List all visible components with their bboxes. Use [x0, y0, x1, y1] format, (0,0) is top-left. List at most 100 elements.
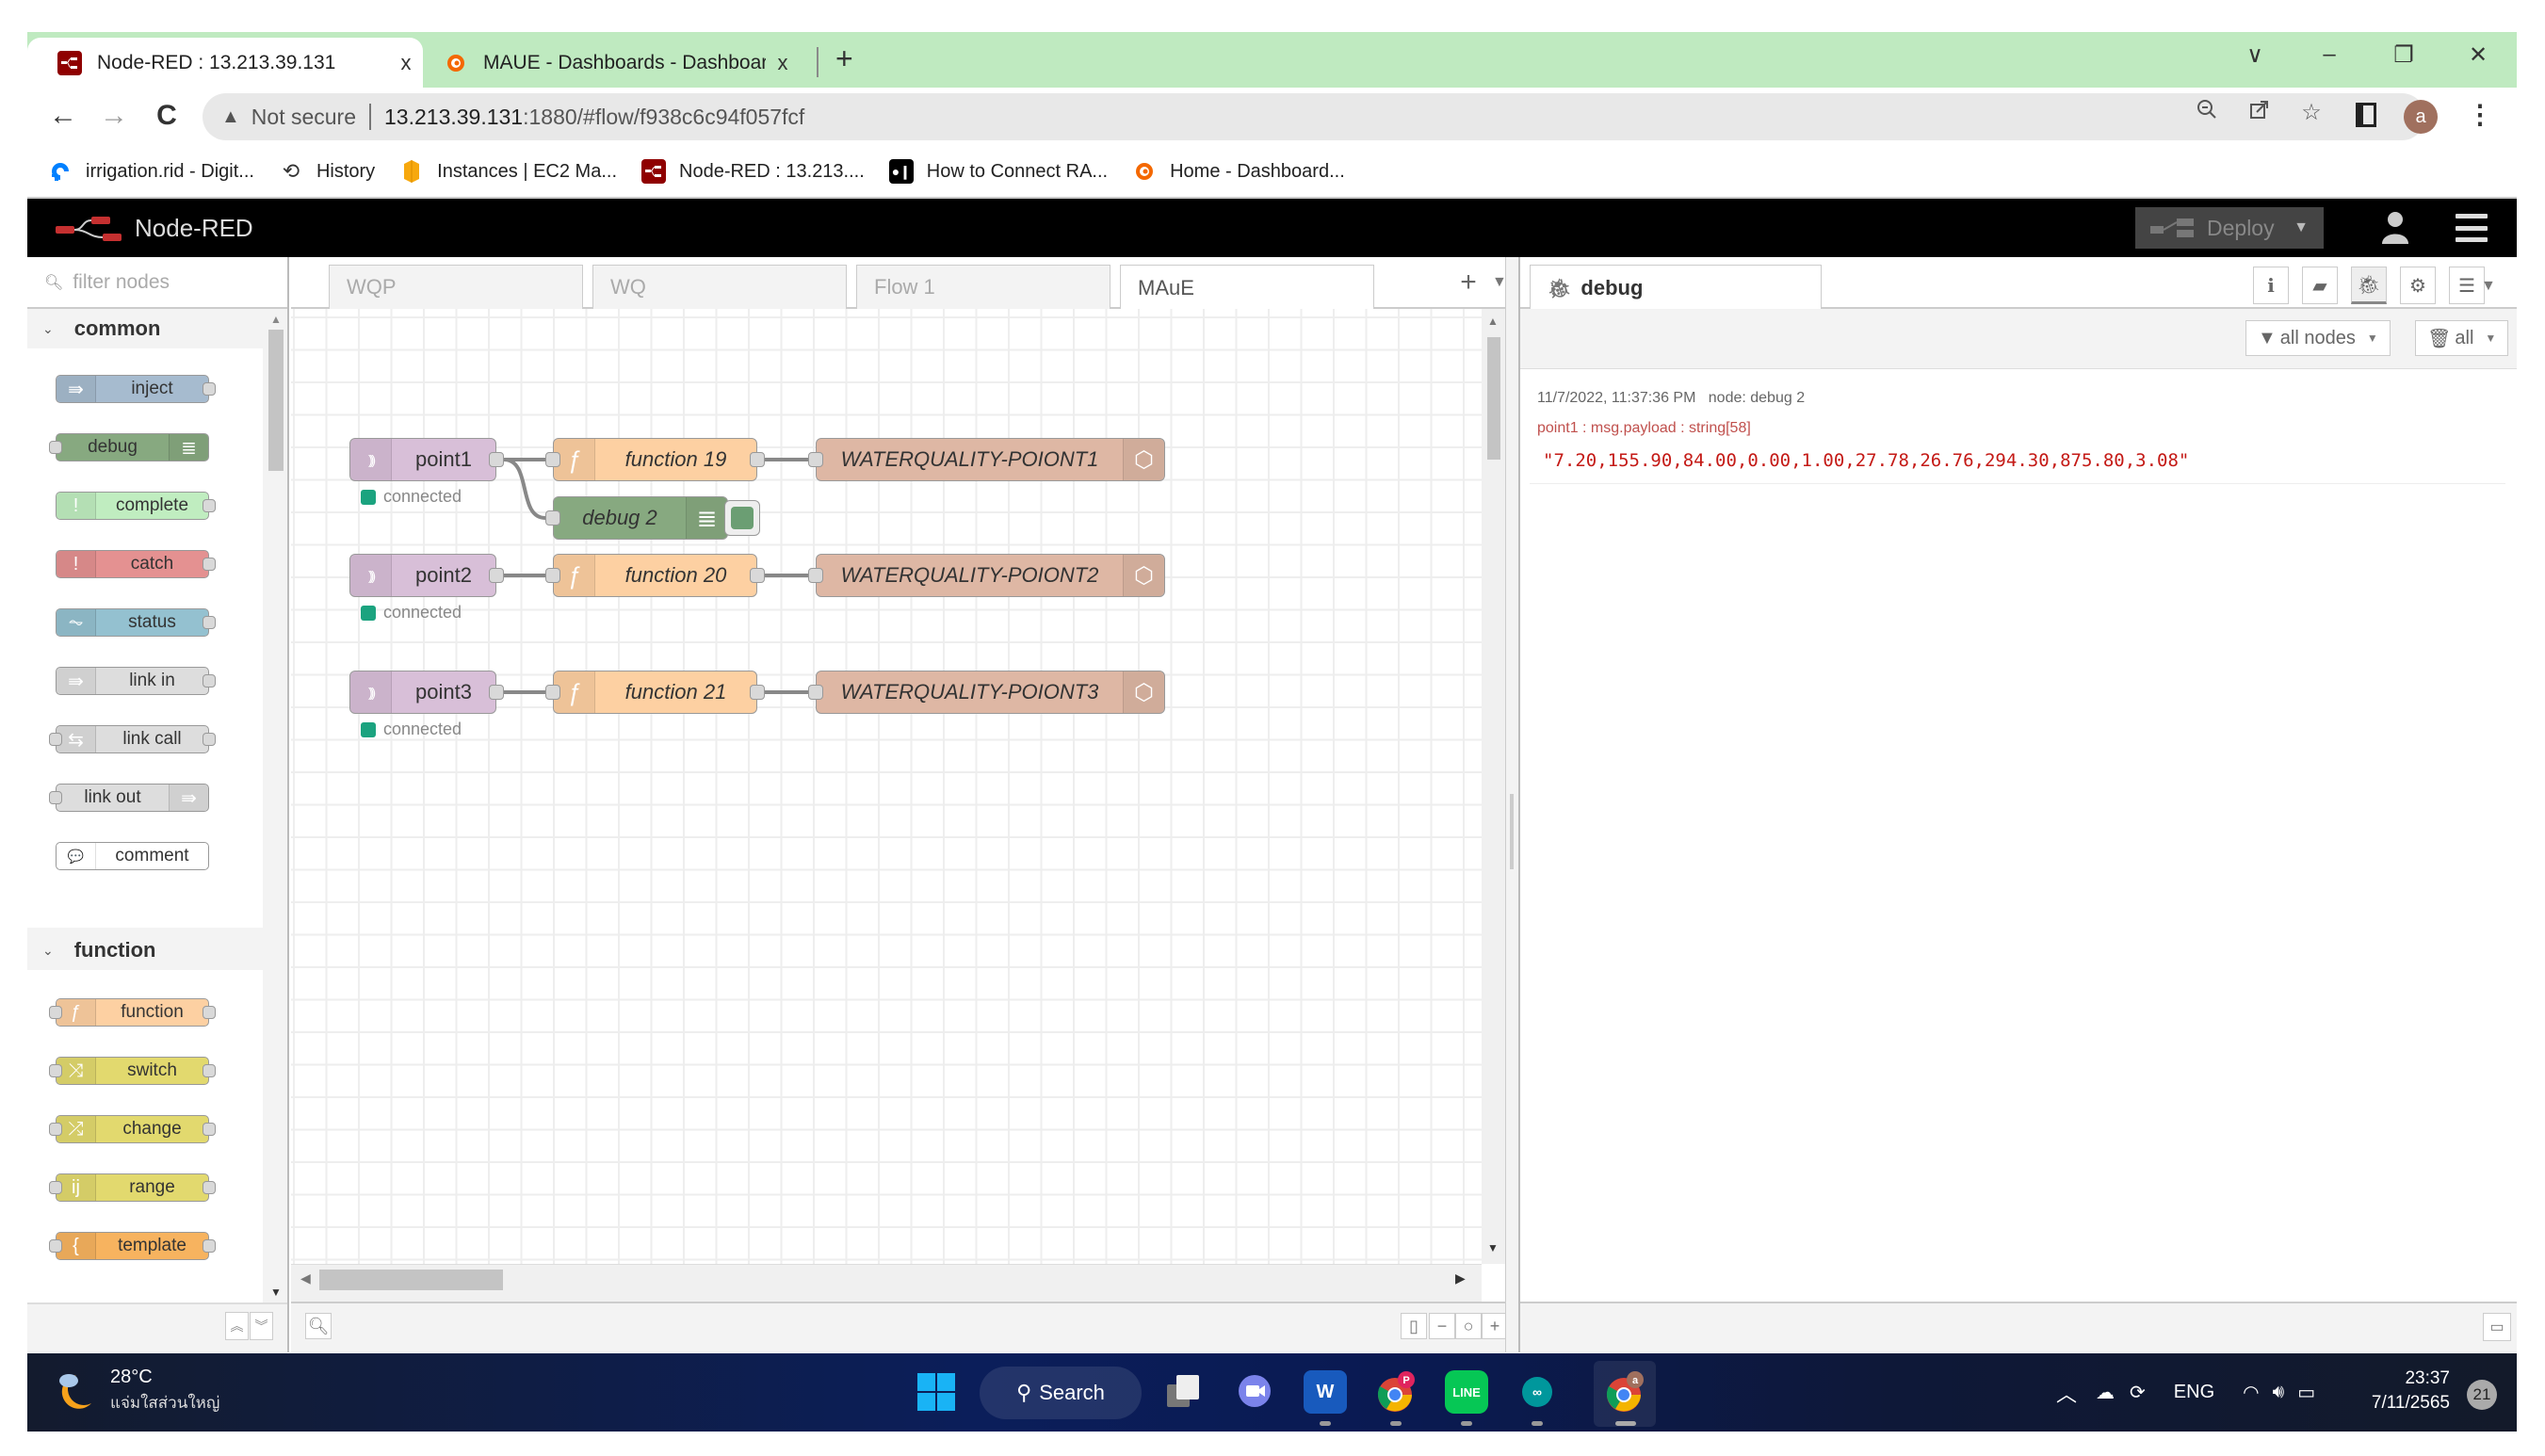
back-button[interactable]: ← — [44, 99, 82, 133]
output-port[interactable] — [750, 685, 765, 700]
line-app-icon[interactable]: LINE — [1445, 1370, 1488, 1414]
sidebar-tab-debug[interactable]: 🐞︎ debug — [1530, 265, 1822, 311]
bookmark-item[interactable]: Instances | EC2 Ma... — [399, 159, 617, 184]
input-port[interactable] — [545, 452, 560, 467]
side-panel-icon[interactable] — [2356, 103, 2376, 127]
palette-node-function[interactable]: ƒ function — [49, 998, 216, 1027]
bookmark-item[interactable]: Node-RED : 13.213.... — [641, 159, 865, 184]
flow-tab-flow1[interactable]: Flow 1 — [856, 265, 1110, 309]
browser-menu-icon[interactable]: ⋮ — [2467, 99, 2493, 130]
palette-node-debug[interactable]: debug ≣ — [49, 433, 209, 461]
flow-node-function-19[interactable]: ƒ function 19 — [545, 438, 765, 481]
flow-tab-maue[interactable]: MAuE — [1120, 265, 1374, 311]
battery-icon[interactable]: ▭ — [2297, 1381, 2315, 1404]
browser-tab-grafana[interactable]: MAUE - Dashboards - Dashboard x — [423, 38, 800, 88]
close-window-button[interactable]: ✕ — [2455, 41, 2502, 69]
profile-avatar[interactable]: a — [2404, 100, 2438, 134]
flow-node-point2[interactable]: ))) point2 — [349, 554, 504, 597]
forward-button[interactable]: → — [95, 99, 133, 133]
taskbar-search[interactable]: ⚲ Search — [980, 1367, 1142, 1419]
canvas-vscroll-thumb[interactable] — [1487, 337, 1500, 460]
palette-node-link-out[interactable]: link out ⇛ — [49, 784, 209, 812]
flow-node-point1[interactable]: ))) point1 — [349, 438, 504, 481]
windows-start-icon[interactable] — [915, 1370, 958, 1414]
message-value[interactable]: "7.20,155.90,84.00,0.00,1.00,27.78,26.76… — [1543, 450, 2189, 471]
flow-tab-wq[interactable]: WQ — [592, 265, 847, 309]
main-menu-icon[interactable] — [2456, 214, 2488, 242]
palette-node-complete[interactable]: ! complete — [56, 492, 216, 520]
user-icon[interactable] — [2376, 210, 2414, 246]
wire-p1-d2[interactable] — [503, 458, 546, 520]
palette-node-template[interactable]: {template — [49, 1232, 216, 1260]
scroll-up-arrow[interactable]: ▲ — [270, 313, 282, 326]
palette-node-catch[interactable]: ! catch — [56, 550, 216, 578]
bookmark-star-icon[interactable]: ☆ — [2294, 99, 2328, 126]
bookmark-item[interactable]: ●❙ How to Connect RA... — [888, 159, 1108, 184]
scroll-right-arrow[interactable]: ▶ — [1455, 1270, 1466, 1286]
restore-button[interactable]: ❐ — [2380, 41, 2427, 69]
security-label[interactable]: Not secure — [251, 105, 356, 130]
bookmark-item[interactable]: Home - Dashboard... — [1132, 159, 1345, 184]
notification-badge[interactable]: 21 — [2467, 1380, 2497, 1410]
scroll-down-arrow[interactable]: ▼ — [270, 1286, 282, 1299]
palette-node-range[interactable]: ij range — [49, 1173, 216, 1202]
flow-node-function-20[interactable]: ƒ function 20 — [545, 554, 765, 597]
zoom-reset-button[interactable]: ○ — [1455, 1313, 1482, 1339]
show-hidden-icons-chevron[interactable]: ︿ — [2056, 1378, 2077, 1408]
input-port[interactable] — [545, 510, 560, 526]
input-language[interactable]: ENG — [2174, 1382, 2214, 1403]
output-port[interactable] — [750, 452, 765, 467]
output-port[interactable] — [489, 452, 504, 467]
config-gear-icon[interactable]: ⚙ — [2400, 267, 2436, 304]
palette-category-common[interactable]: ⌄ common — [27, 311, 263, 347]
expand-all-icon[interactable]: ︾ — [250, 1312, 273, 1340]
browser-tab-node-red[interactable]: Node-RED : 13.213.39.131 x — [27, 38, 423, 88]
help-book-icon[interactable]: ▰ — [2302, 267, 2338, 304]
canvas-horizontal-scrollbar[interactable]: ◀ ▶ — [291, 1264, 1482, 1302]
minimize-button[interactable]: – — [2306, 41, 2353, 68]
reload-button[interactable]: C — [148, 99, 186, 133]
palette-category-function[interactable]: ⌄ function — [27, 932, 263, 968]
debug-toggle-button[interactable] — [724, 500, 760, 536]
palette-node-link-in[interactable]: ⇛ link in — [56, 667, 216, 695]
flow-node-waterquality-poiont1[interactable]: WATERQUALITY-POIONT1 ⬡ — [808, 438, 1165, 481]
weather-widget[interactable]: 28°C แจ่มใสส่วนใหญ่ — [56, 1367, 219, 1416]
zoom-out-button[interactable]: − — [1429, 1313, 1455, 1339]
volume-icon[interactable]: 🔊︎ — [2273, 1382, 2285, 1403]
flow-node-debug-2[interactable]: debug 2 ≣ — [545, 496, 728, 540]
close-tab-icon[interactable]: x — [389, 51, 423, 75]
clear-messages-button[interactable]: 🗑︎ all ▼ — [2415, 320, 2509, 356]
input-port[interactable] — [808, 568, 823, 583]
sync-update-icon[interactable]: ⟳ — [2130, 1381, 2146, 1404]
deploy-menu-caret[interactable]: ▼ — [2294, 219, 2309, 236]
message-node[interactable]: node: debug 2 — [1709, 390, 1805, 406]
palette-node-change[interactable]: ⤮ change — [49, 1115, 216, 1143]
palette-node-link-call[interactable]: ⇆ link call — [49, 725, 216, 753]
flow-node-function-21[interactable]: ƒ function 21 — [545, 671, 765, 714]
filter-nodes-button[interactable]: ▼ all nodes ▼ — [2245, 320, 2391, 356]
input-port[interactable] — [808, 452, 823, 467]
palette-node-switch[interactable]: ⤨ switch — [49, 1057, 216, 1085]
debug-message[interactable]: 11/7/2022, 11:37:36 PM node: debug 2 poi… — [1530, 377, 2505, 484]
add-flow-button[interactable]: + — [1450, 267, 1487, 299]
collapse-all-icon[interactable]: ︽ — [225, 1312, 249, 1340]
output-port[interactable] — [489, 685, 504, 700]
input-port[interactable] — [545, 685, 560, 700]
flow-node-waterquality-poiont2[interactable]: WATERQUALITY-POIONT2 ⬡ — [808, 554, 1165, 597]
close-tab-icon[interactable]: x — [766, 51, 800, 75]
bookmark-item[interactable]: ⟲ History — [279, 159, 375, 184]
output-port[interactable] — [750, 568, 765, 583]
scroll-up-arrow[interactable]: ▲ — [1487, 315, 1499, 328]
arduino-icon[interactable]: ∞ — [1516, 1370, 1559, 1414]
bookmark-item[interactable]: irrigation.rid - Digit... — [48, 159, 254, 184]
palette-node-inject[interactable]: ⇛ inject — [56, 375, 216, 403]
sidebar-resize-handle[interactable] — [1505, 257, 1518, 1352]
share-icon[interactable] — [2243, 99, 2277, 126]
input-port[interactable] — [808, 685, 823, 700]
system-clock[interactable]: 23:37 7/11/2565 — [2356, 1367, 2450, 1416]
word-icon[interactable]: W — [1304, 1370, 1347, 1414]
input-port[interactable] — [545, 568, 560, 583]
flow-canvas[interactable]: ))) point1 connected ƒ function 19 WATERQUALI… — [291, 309, 1482, 1264]
address-bar[interactable]: ▲ Not secure 13.213.39.131 :1880/#flow/f… — [203, 93, 2425, 140]
canvas-hscroll-thumb[interactable] — [319, 1270, 503, 1290]
